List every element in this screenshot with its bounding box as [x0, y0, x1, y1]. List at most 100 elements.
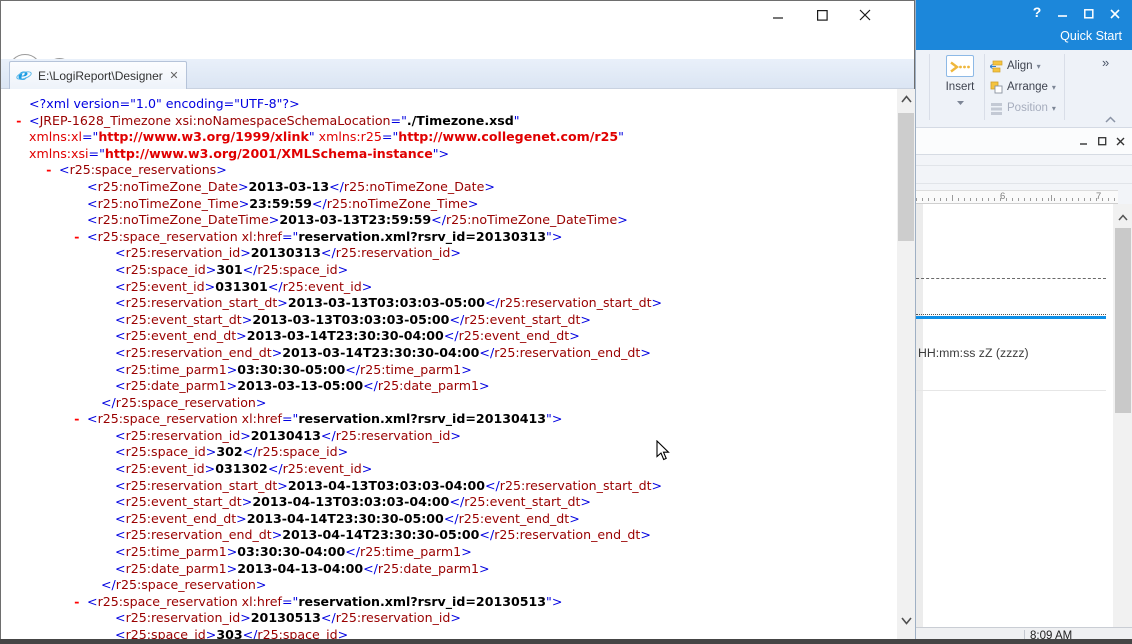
doc-close-button[interactable]	[1112, 135, 1128, 147]
maximize-icon	[1098, 137, 1107, 146]
xml-text-value: 2013-04-13T03:03:03-04:00	[252, 494, 449, 509]
xml-markup: >	[242, 312, 253, 327]
scrollbar-thumb[interactable]	[1115, 228, 1131, 413]
tab-title: E:\LogiReport\Designer101...	[38, 69, 163, 83]
xml-markup: >	[205, 279, 216, 294]
xml-tag-name: r25:event_id	[283, 461, 362, 476]
xml-markup: ">	[546, 411, 562, 426]
ie-close-button[interactable]	[848, 5, 882, 25]
xml-tag-name: r25:space_reservation	[116, 395, 256, 410]
help-button[interactable]: ?	[1029, 4, 1045, 20]
xml-markup: >	[240, 610, 251, 625]
arrange-icon	[990, 81, 1003, 94]
xml-tag-name: r25:space_id	[257, 262, 337, 277]
designer-close-button[interactable]	[1106, 7, 1124, 21]
insert-button[interactable]: Insert	[938, 55, 982, 123]
horizontal-ruler: 6 7	[916, 190, 1118, 204]
close-icon	[859, 9, 871, 21]
xml-markup: >	[569, 328, 580, 343]
xml-text-value: 031302	[215, 461, 268, 476]
ribbon-overflow-button[interactable]: »	[1102, 55, 1107, 70]
xml-markup: ">	[546, 229, 562, 244]
xml-markup: >	[238, 179, 249, 194]
minimize-icon	[1080, 136, 1088, 146]
xml-markup: </	[243, 444, 258, 459]
xml-markup: >	[569, 511, 580, 526]
xml-line: xmlns:xl="http://www.w3.org/1999/xlink" …	[1, 129, 897, 146]
xml-text-value: ./Timezone.xsd	[407, 113, 514, 128]
xml-markup: </	[101, 577, 116, 592]
xml-line: <r25:event_end_dt>2013-03-14T23:30:30-04…	[1, 328, 897, 345]
xml-tag-name: r25:space_reservations	[70, 162, 217, 177]
xml-markup: >	[256, 577, 267, 592]
quick-start-link[interactable]: Quick Start	[1060, 29, 1122, 43]
tab-close-button[interactable]: ✕	[168, 69, 180, 82]
xml-markup: >	[227, 544, 238, 559]
selected-band-line[interactable]	[916, 316, 1106, 319]
xml-markup: <	[59, 162, 70, 177]
xml-markup: >	[236, 328, 247, 343]
xml-tag-name: r25:date_parm1	[378, 378, 479, 393]
scrollbar-thumb[interactable]	[898, 113, 914, 241]
xml-markup: </	[479, 527, 494, 542]
scroll-up-button[interactable]	[1115, 210, 1131, 224]
xml-markup: http://www.w3.org/2001/XMLSchema-instanc…	[105, 146, 433, 161]
xml-markup: <	[87, 411, 98, 426]
xml-tag-name: r25:date_parm1	[126, 561, 227, 576]
collapse-toggle[interactable]: -	[15, 113, 29, 130]
xml-markup: </	[431, 212, 446, 227]
xml-text-value: 2013-03-14T23:30:30-04:00	[247, 328, 444, 343]
collapse-toggle[interactable]: -	[73, 411, 87, 428]
insert-label: Insert	[938, 81, 982, 93]
chevron-up-icon	[1118, 214, 1128, 221]
chevron-up-icon	[901, 95, 912, 103]
browser-tab[interactable]: e E:\LogiReport\Designer101... ✕	[9, 61, 187, 89]
doc-maximize-button[interactable]	[1094, 135, 1110, 147]
ie-scrollbar[interactable]	[897, 89, 915, 640]
xml-line: <?xml version="1.0" encoding="UTF-8"?>	[1, 96, 897, 113]
ie-maximize-button[interactable]	[805, 5, 839, 25]
position-button[interactable]: Position ▾	[990, 98, 1062, 118]
chevron-up-icon	[1105, 116, 1116, 123]
arrange-button[interactable]: Arrange ▾	[990, 77, 1062, 97]
collapse-toggle[interactable]: -	[45, 162, 59, 179]
position-label: Position	[1007, 102, 1048, 114]
ie-minimize-button[interactable]	[761, 5, 795, 25]
datetime-format-field[interactable]: HH:mm:ss zZ (zzzz)	[918, 346, 1029, 360]
xml-text-value: 23:59:59	[249, 196, 312, 211]
xml-text-value: 20130313	[251, 245, 321, 260]
xml-line: <r25:time_parm1>03:30:30-04:00</r25:time…	[1, 544, 897, 561]
collapse-ribbon-button[interactable]	[1105, 110, 1116, 128]
xml-markup: >	[450, 245, 461, 260]
xml-text-value: 2013-04-13T03:03:03-04:00	[288, 478, 485, 493]
designer-minimize-button[interactable]	[1054, 7, 1072, 21]
xml-tag-name: r25:date_parm1	[126, 378, 227, 393]
xml-tag-name: r25:event_start_dt	[126, 312, 242, 327]
xml-text-value: 03:30:30-05:00	[237, 362, 345, 377]
ribbon-separator	[1064, 54, 1065, 120]
xml-markup: ="	[89, 146, 105, 161]
arrange-label: Arrange	[1007, 81, 1048, 93]
xml-markup: >	[338, 444, 349, 459]
collapse-toggle[interactable]: -	[73, 594, 87, 611]
align-button[interactable]: Align ▾	[990, 56, 1062, 76]
align-icon	[990, 60, 1003, 73]
designer-scrollbar[interactable]	[1113, 204, 1132, 627]
xml-line: -<r25:space_reservation xl:href="reserva…	[1, 411, 897, 428]
xml-line: <r25:reservation_end_dt>2013-04-14T23:30…	[1, 527, 897, 544]
xml-line: </r25:space_reservation>	[1, 395, 897, 412]
xml-markup: </	[363, 378, 378, 393]
doc-minimize-button[interactable]	[1076, 135, 1092, 147]
xml-tag-name: r25:time_parm1	[360, 544, 461, 559]
xml-line: <r25:reservation_start_dt>2013-04-13T03:…	[1, 478, 897, 495]
xml-markup: <	[115, 362, 126, 377]
designer-maximize-button[interactable]	[1080, 7, 1098, 21]
xml-text-value: 03:30:30-04:00	[237, 544, 345, 559]
xml-markup: <	[115, 544, 126, 559]
scroll-down-button[interactable]	[897, 613, 915, 629]
collapse-toggle[interactable]: -	[73, 229, 87, 246]
xml-text-value: 2013-03-13-05:00	[237, 378, 363, 393]
scroll-up-button[interactable]	[897, 91, 915, 107]
report-page[interactable]	[923, 204, 1113, 627]
xml-markup: </	[321, 610, 336, 625]
